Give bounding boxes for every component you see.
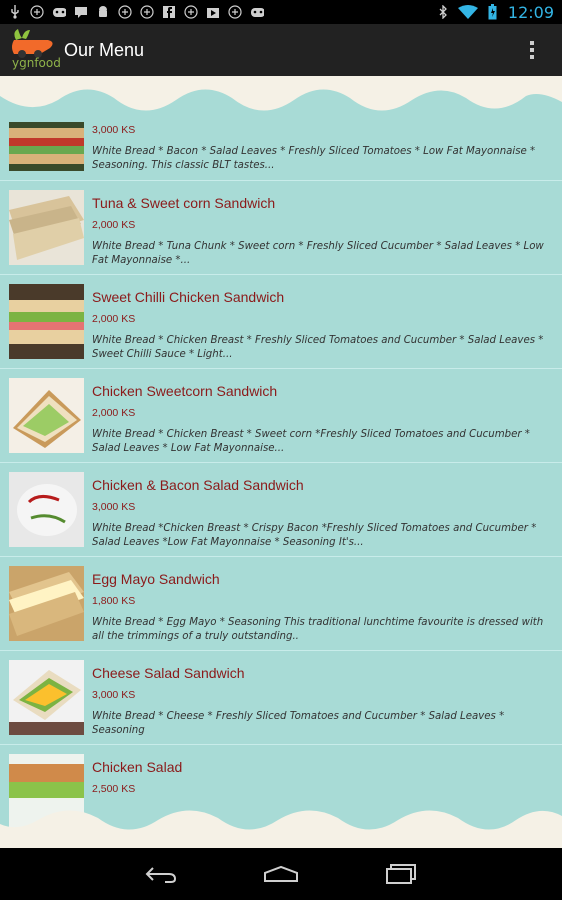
thumbnail-image	[9, 190, 84, 265]
add-icon	[228, 5, 242, 19]
notification-icons	[8, 5, 264, 19]
thumbnail-image	[9, 378, 84, 453]
item-description: White Bread * Chicken Breast * Sweet cor…	[92, 429, 530, 454]
add-icon	[118, 5, 132, 19]
back-button[interactable]	[138, 858, 184, 890]
game-icon	[52, 5, 66, 19]
item-description: White Bread * Egg Mayo * Seasoning This …	[92, 617, 544, 642]
facebook-icon	[162, 5, 176, 19]
thumbnail-image	[9, 472, 84, 547]
recent-apps-icon	[386, 864, 416, 884]
recent-apps-button[interactable]	[378, 858, 424, 890]
item-description: White Bread * Tuna Chunk * Sweet corn * …	[92, 241, 544, 266]
back-icon	[145, 867, 177, 883]
add-icon	[30, 5, 44, 19]
overflow-menu-button[interactable]	[502, 24, 562, 76]
item-price: 2,000 KS	[92, 313, 136, 325]
app-logo[interactable]: ygnfood	[0, 24, 62, 76]
cloud-border-top	[0, 76, 562, 111]
item-description: White Bread * Cheese * Freshly Sliced To…	[92, 711, 505, 736]
item-description: White Bread * Chicken Breast * Freshly S…	[92, 335, 544, 360]
status-bar: 12:09	[0, 0, 562, 24]
logo-text: ygnfood	[12, 56, 61, 70]
action-bar: ygnfood Our Menu	[0, 24, 562, 76]
system-icons: 12:09	[436, 3, 554, 22]
item-name: Cheese Salad Sandwich	[92, 665, 245, 681]
home-button[interactable]	[258, 858, 304, 890]
list-item[interactable]: Cheese Salad Sandwich 3,000 KS White Bre…	[0, 651, 562, 745]
more-vert-icon	[530, 41, 534, 59]
cloud-border-bottom	[0, 810, 562, 848]
list-item[interactable]: Sweet Chilli Chicken Sandwich 2,000 KS W…	[0, 275, 562, 369]
item-description: White Bread *Chicken Breast * Crispy Bac…	[92, 523, 537, 548]
chat-icon	[74, 5, 88, 19]
usb-icon	[8, 5, 22, 19]
play-store-icon	[206, 5, 220, 19]
item-price: 1,800 KS	[92, 595, 136, 607]
game-icon	[250, 5, 264, 19]
add-icon	[140, 5, 154, 19]
item-name: Tuna & Sweet corn Sandwich	[92, 195, 276, 211]
thumbnail-image	[9, 284, 84, 359]
bluetooth-icon	[436, 5, 450, 19]
add-icon	[184, 5, 198, 19]
item-name: Sweet Chilli Chicken Sandwich	[92, 289, 285, 305]
item-price: 3,000 KS	[92, 689, 136, 701]
navigation-bar	[0, 848, 562, 900]
list-item[interactable]: Egg Mayo Sandwich 1,800 KS White Bread *…	[0, 557, 562, 651]
item-price: 3,000 KS	[92, 124, 136, 136]
item-name: Chicken Salad	[92, 759, 183, 775]
list-item[interactable]: Chicken & Bacon Salad Sandwich 3,000 KS …	[0, 463, 562, 557]
list-item[interactable]: 3,000 KS White Bread * Bacon * Salad Lea…	[0, 122, 562, 181]
item-price: 3,000 KS	[92, 501, 136, 513]
menu-list[interactable]: 3,000 KS White Bread * Bacon * Salad Lea…	[0, 122, 562, 839]
item-price: 2,000 KS	[92, 407, 136, 419]
item-price: 2,500 KS	[92, 783, 136, 795]
home-icon	[264, 865, 298, 882]
item-description: White Bread * Bacon * Salad Leaves * Fre…	[92, 146, 536, 171]
menu-content: 3,000 KS White Bread * Bacon * Salad Lea…	[0, 76, 562, 848]
battery-icon	[486, 4, 500, 20]
list-item[interactable]: Chicken Sweetcorn Sandwich 2,000 KS Whit…	[0, 369, 562, 463]
list-item[interactable]: Tuna & Sweet corn Sandwich 2,000 KS Whit…	[0, 181, 562, 275]
item-name: Egg Mayo Sandwich	[92, 571, 220, 587]
android-icon	[96, 5, 110, 19]
thumbnail-image	[9, 566, 84, 641]
page-title: Our Menu	[64, 39, 145, 60]
wifi-icon	[457, 5, 478, 19]
clock: 12:09	[507, 2, 554, 22]
item-name: Chicken Sweetcorn Sandwich	[92, 383, 278, 399]
item-name: Chicken & Bacon Salad Sandwich	[92, 477, 304, 493]
thumbnail-image	[9, 660, 84, 735]
item-price: 2,000 KS	[92, 219, 136, 231]
thumbnail-image	[9, 122, 84, 171]
